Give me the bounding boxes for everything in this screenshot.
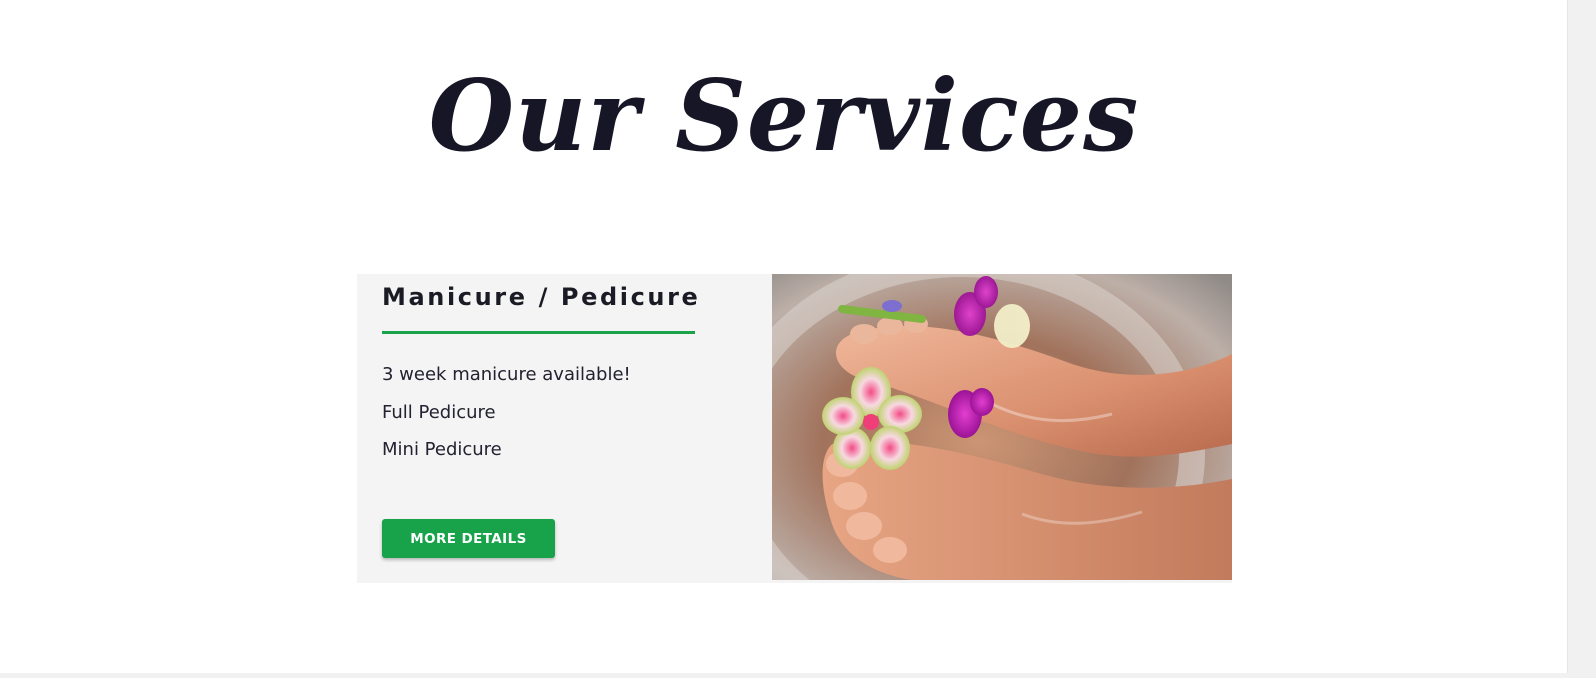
page-bottom-edge (0, 673, 1568, 678)
pedicure-photo (772, 274, 1232, 580)
service-card: Manicure / Pedicure 3 week manicure avai… (357, 274, 1232, 583)
service-item: 3 week manicure available! (382, 364, 631, 385)
more-details-button[interactable]: MORE DETAILS (382, 519, 555, 558)
service-card-text: Manicure / Pedicure 3 week manicure avai… (382, 274, 742, 583)
section-title: Our Services (428, 59, 1140, 174)
service-item: Full Pedicure (382, 401, 496, 423)
heading-divider (382, 331, 695, 334)
vertical-scrollbar[interactable] (1567, 0, 1596, 678)
service-item: Mini Pedicure (382, 439, 502, 460)
service-card-heading: Manicure / Pedicure (382, 283, 701, 311)
page: Our Services Manicure / Pedicure 3 week … (0, 0, 1596, 678)
service-list: 3 week manicure available! Full Pedicure… (382, 356, 631, 469)
